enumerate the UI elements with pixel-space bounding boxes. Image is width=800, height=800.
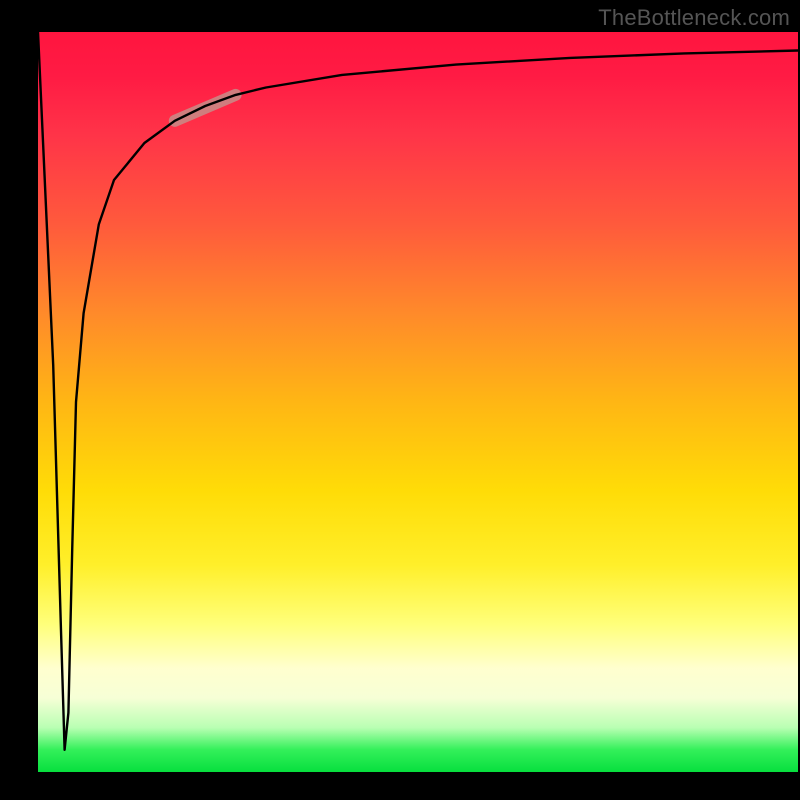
watermark-label: TheBottleneck.com: [598, 5, 790, 31]
axis-region-bottom: [0, 772, 800, 800]
axis-region-left: [0, 32, 38, 772]
curve-layer: [38, 32, 798, 772]
bottleneck-curve: [38, 32, 798, 750]
plot-area: [38, 32, 798, 772]
